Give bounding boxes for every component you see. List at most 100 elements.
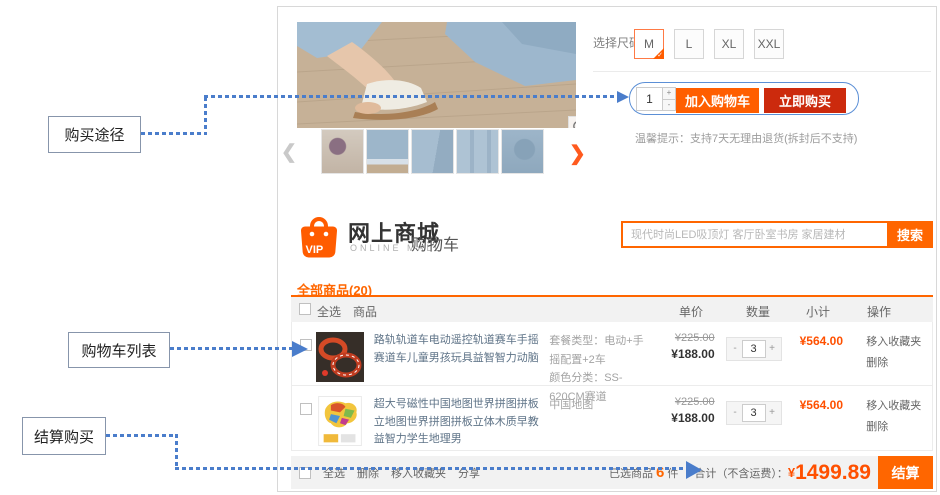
header-product: 商品: [353, 303, 377, 320]
quantity-input[interactable]: [636, 87, 662, 111]
connector-checkout-v: [175, 434, 178, 470]
thumbnail-strip: ❮ ❯: [297, 129, 587, 175]
row2-qty-value[interactable]: 3: [742, 404, 766, 422]
buy-now-button[interactable]: 立即购买: [764, 88, 846, 113]
row1-subtotal: ¥564.00: [788, 332, 854, 385]
mall-logo-bag-icon: VIP: [297, 213, 341, 259]
row1-product-attrs: 套餐类型：电动+手摇配置+2车 颜色分类：SS-620CM赛道: [549, 332, 653, 385]
connector-cartlist-h: [170, 347, 292, 350]
connector-purchase-h2: [204, 95, 618, 98]
row1-original-price: ¥225.00: [653, 332, 715, 344]
image-zoom-button[interactable]: [568, 116, 576, 128]
size-option-xl-label: XL: [722, 37, 737, 51]
size-option-xxl-label: XXL: [758, 37, 781, 51]
row2-original-price: ¥225.00: [653, 396, 715, 408]
row1-delete-link[interactable]: 删除: [866, 353, 932, 374]
quantity-control: + -: [636, 87, 676, 111]
row2-current-price: ¥188.00: [653, 411, 715, 425]
footer-bulk-actions: 全选 删除 移入收藏夹 分享: [299, 456, 480, 489]
cart-footer-bar: 全选 删除 移入收藏夹 分享 已选商品 6 件 合计（不含运费）： ¥ 1499…: [291, 456, 933, 489]
row2-qty-minus-button[interactable]: -: [729, 404, 742, 422]
select-all-checkbox[interactable]: [299, 303, 311, 315]
connector-purchase-arrow-icon: [617, 91, 629, 103]
return-policy-tip: 温馨提示：支持7天无理由退货(拆封后不支持): [635, 130, 857, 146]
main-panel: ❮ ❯ 选择尺码： M ✓ L XL XXL +: [277, 6, 937, 492]
annotation-checkout-label: 结算购买: [34, 426, 94, 447]
total-label: 合计（不含运费）：: [694, 465, 788, 481]
row1-qty-value[interactable]: 3: [742, 340, 766, 358]
cart-rows: 路轨轨道车电动遥控轨道赛车手摇赛道车儿童男孩玩具益智智力动脑 套餐类型：电动+手…: [291, 322, 933, 451]
header-quantity: 数量: [736, 303, 780, 320]
product-main-image[interactable]: [297, 22, 576, 128]
row2-operations: 移入收藏夹 删除: [854, 396, 932, 450]
row2-product-title[interactable]: 超大号磁性中国地图世界拼图拼板立地图世界拼图拼板立体木质早教益智力学生地理男: [374, 396, 549, 450]
add-to-cart-button[interactable]: 加入购物车: [676, 88, 759, 113]
row2-checkbox[interactable]: [300, 403, 312, 415]
row2-attr-1: 中国地图: [549, 396, 653, 415]
search-bar: 搜索: [621, 221, 933, 248]
search-input[interactable]: [621, 221, 887, 248]
cart-row-2: 超大号磁性中国地图世界拼图拼板立地图世界拼图拼板立体木质早教益智力学生地理男 中…: [292, 386, 932, 450]
header-select-all: 全选: [317, 303, 341, 320]
row1-qty-plus-button[interactable]: +: [766, 340, 779, 358]
quantity-increase-button[interactable]: +: [662, 87, 676, 100]
header-unit-price: 单价: [669, 303, 713, 320]
header-subtotal: 小计: [796, 303, 840, 320]
connector-cartlist-arrow-icon: [292, 341, 308, 357]
header-operation: 操作: [867, 303, 891, 320]
row1-product-image-race-track[interactable]: [316, 332, 364, 382]
footer-summary: 已选商品 6 件 合计（不含运费）： ¥ 1499.89: [609, 456, 871, 489]
page: 购买途径 购物车列表 结算购买: [0, 0, 940, 495]
row1-move-to-favorites-link[interactable]: 移入收藏夹: [866, 332, 932, 353]
annotation-purchase-path: 购买途径: [48, 116, 141, 153]
thumbnail-4[interactable]: [456, 129, 499, 174]
row1-product-title[interactable]: 路轨轨道车电动遥控轨道赛车手摇赛道车儿童男孩玩具益智智力动脑: [374, 332, 549, 385]
gallery-next-icon[interactable]: ❯: [569, 141, 586, 166]
quantity-steps: + -: [662, 87, 676, 111]
gallery-prev-icon[interactable]: ❮: [281, 141, 297, 164]
row2-product-image-china-map[interactable]: [316, 396, 364, 446]
quantity-decrease-button[interactable]: -: [662, 100, 676, 112]
size-option-l-label: L: [686, 37, 693, 51]
divider: [593, 71, 931, 72]
total-currency: ¥: [788, 465, 795, 480]
row2-quantity-stepper: - 3 +: [726, 401, 782, 425]
cart-table-header: 全选 商品 单价 数量 小计 操作: [291, 297, 933, 322]
cart-row-1: 路轨轨道车电动遥控轨道赛车手摇赛道车儿童男孩玩具益智智力动脑 套餐类型：电动+手…: [292, 322, 932, 386]
row2-delete-link[interactable]: 删除: [866, 417, 932, 438]
vip-badge: VIP: [306, 244, 324, 256]
row1-qty-minus-button[interactable]: -: [729, 340, 742, 358]
size-option-l[interactable]: L: [674, 29, 704, 59]
search-button[interactable]: 搜索: [887, 221, 933, 248]
row1-quantity-stepper: - 3 +: [726, 337, 782, 361]
size-option-xxl[interactable]: XXL: [754, 29, 784, 59]
connector-checkout-arrow-icon: [686, 461, 702, 479]
thumbnail-3[interactable]: [411, 129, 454, 174]
page-title: 购物车: [411, 231, 459, 255]
row2-qty-plus-button[interactable]: +: [766, 404, 779, 422]
row2-product-attrs: 中国地图: [549, 396, 653, 450]
check-icon: ✓: [657, 52, 663, 59]
annotation-cart-list-label: 购物车列表: [81, 340, 156, 361]
annotation-purchase-path-label: 购买途径: [64, 124, 124, 145]
thumbnail-5[interactable]: [501, 129, 544, 174]
thumbnail-2[interactable]: [366, 129, 409, 174]
magnifier-icon: [572, 120, 576, 128]
thumbnail-1[interactable]: [321, 129, 364, 174]
size-option-m[interactable]: M ✓: [634, 29, 664, 59]
connector-purchase-h1: [141, 132, 207, 135]
row2-subtotal: ¥564.00: [788, 396, 854, 450]
total-amount: 1499.89: [795, 461, 871, 485]
connector-checkout-h1: [106, 434, 178, 437]
slipper-photo: [297, 22, 576, 128]
annotation-checkout: 结算购买: [22, 417, 106, 455]
row2-price-column: ¥225.00 ¥188.00: [653, 396, 719, 450]
connector-checkout-h2: [175, 467, 686, 470]
annotation-cart-list: 购物车列表: [68, 332, 170, 368]
size-option-xl[interactable]: XL: [714, 29, 744, 59]
row2-move-to-favorites-link[interactable]: 移入收藏夹: [866, 396, 932, 417]
checkout-button[interactable]: 结算: [878, 456, 933, 489]
row1-operations: 移入收藏夹 删除: [854, 332, 932, 385]
row1-price-column: ¥225.00 ¥188.00: [653, 332, 719, 385]
connector-purchase-v: [204, 97, 207, 135]
